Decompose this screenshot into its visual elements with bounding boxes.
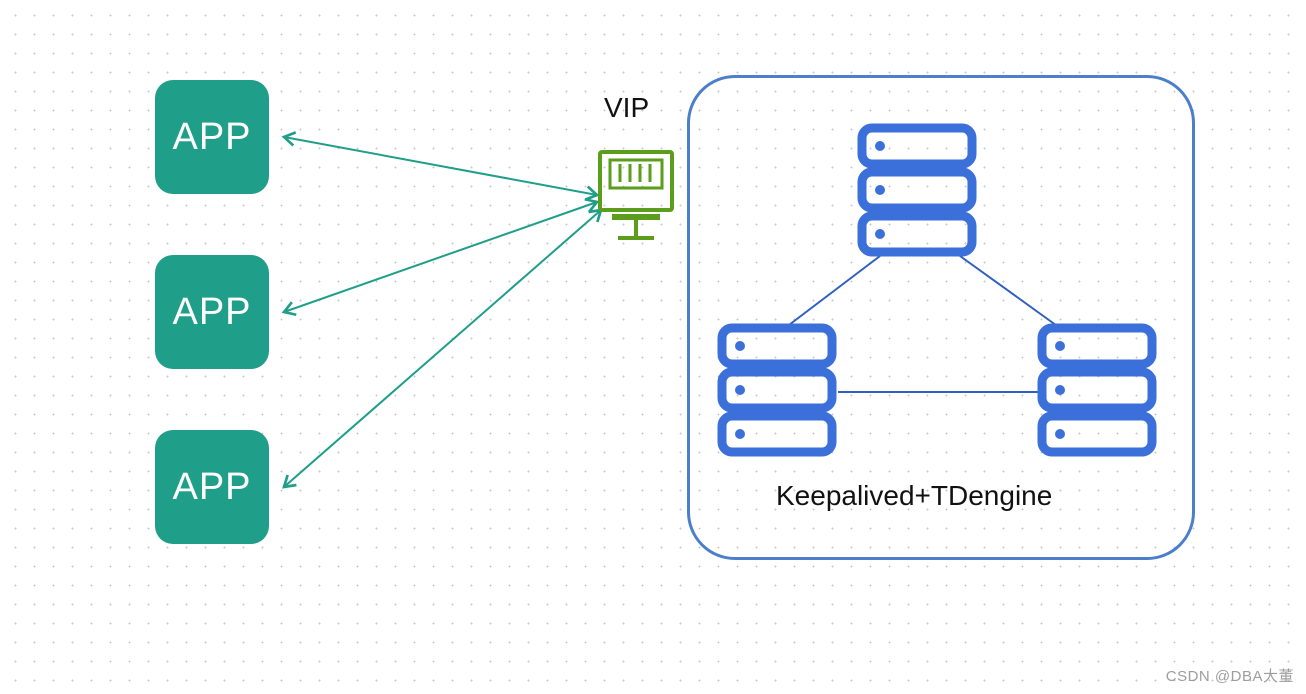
- cluster-label: Keepalived+TDengine: [776, 480, 1052, 512]
- app-label: APP: [172, 466, 251, 509]
- vip-device-icon: [600, 152, 672, 238]
- arrow-app2-vip: [284, 202, 597, 312]
- vip-label: VIP: [604, 92, 649, 124]
- diagram-canvas: { "apps": [ { "label": "APP" }, { "label…: [0, 0, 1306, 694]
- watermark: CSDN @DBA大董: [1166, 665, 1294, 686]
- app-label: APP: [172, 116, 251, 159]
- arrow-app1-vip: [284, 137, 597, 195]
- app-box-3: APP: [155, 430, 269, 544]
- app-box-1: APP: [155, 80, 269, 194]
- app-label: APP: [172, 291, 251, 334]
- arrow-app3-vip: [284, 210, 601, 487]
- app-box-2: APP: [155, 255, 269, 369]
